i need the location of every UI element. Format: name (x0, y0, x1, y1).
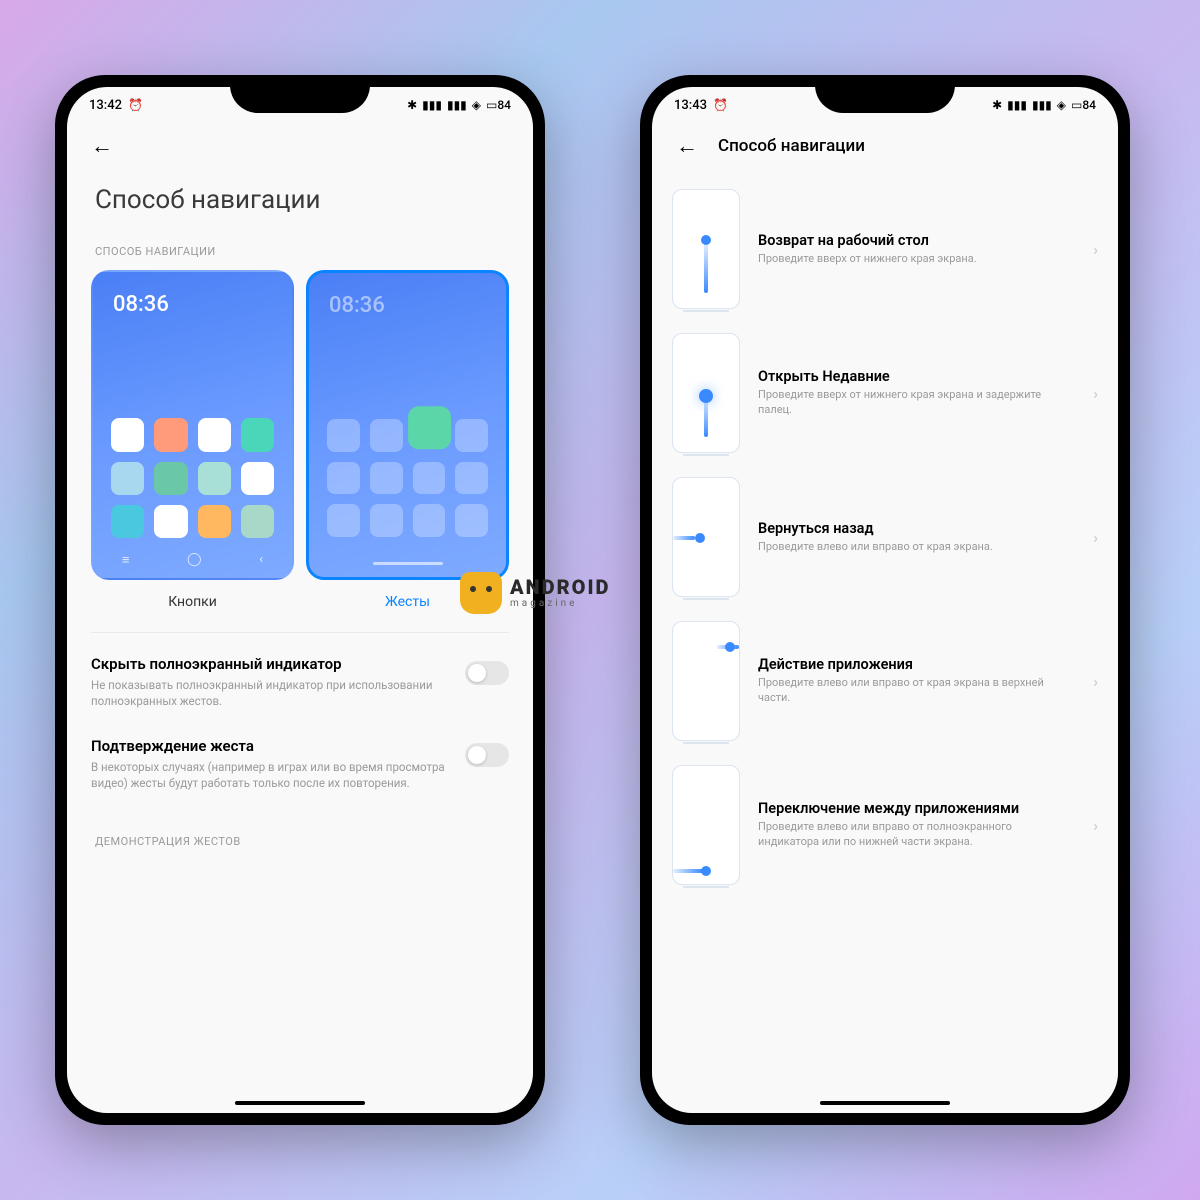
header: ← (67, 123, 533, 177)
back-button[interactable]: ← (91, 133, 113, 159)
status-time: 13:42 (89, 98, 122, 113)
setting-confirm-gesture[interactable]: Подтверждение жеста В некоторых случаях … (67, 723, 533, 805)
gesture-thumb-icon (672, 477, 740, 597)
page-title: Способ навигации (67, 177, 533, 235)
toggle-hide-indicator[interactable] (465, 661, 509, 685)
wifi-icon: ◈ (472, 98, 481, 112)
gesture-item-switch-apps[interactable]: Переключение между приложениями Проведит… (652, 753, 1118, 897)
header: ← Способ навигации (652, 123, 1118, 177)
nav-mode-buttons[interactable]: 08:36 ≡◯‹ Кнопки (91, 270, 294, 610)
signal-icon-2: ▮▮▮ (1032, 98, 1052, 112)
gesture-item-home[interactable]: Возврат на рабочий стол Проведите вверх … (652, 177, 1118, 321)
mode-label-gestures: Жесты (385, 594, 430, 610)
gesture-desc: Проведите влево или вправо от края экран… (758, 540, 1075, 555)
bluetooth-icon: ✱ (407, 98, 417, 112)
signal-icon: ▮▮▮ (422, 98, 442, 112)
mode-label-buttons: Кнопки (168, 594, 217, 610)
nav-buttons-icons: ≡◯‹ (93, 552, 292, 568)
gesture-thumb-icon (672, 621, 740, 741)
gesture-title: Вернуться назад (758, 520, 1075, 537)
gesture-title: Открыть Недавние (758, 368, 1075, 385)
gesture-title: Действие приложения (758, 656, 1075, 673)
back-button[interactable]: ← (676, 133, 698, 159)
chevron-right-icon: › (1093, 240, 1098, 259)
notch (815, 87, 955, 113)
battery-icon: ▭84 (486, 98, 511, 112)
gesture-desc: Проведите влево или вправо от полноэкран… (758, 820, 1075, 850)
notch (230, 87, 370, 113)
nav-mode-gestures[interactable]: 08:36 Жесты (306, 270, 509, 610)
gesture-item-app-action[interactable]: Действие приложения Проведите влево или … (652, 609, 1118, 753)
chevron-right-icon: › (1093, 384, 1098, 403)
watermark-sub: magazine (510, 599, 610, 609)
android-mascot-icon (460, 572, 502, 614)
watermark: ANDROID magazine (460, 572, 610, 614)
chevron-right-icon: › (1093, 672, 1098, 691)
setting-hide-indicator[interactable]: Скрыть полноэкранный индикатор Не показы… (67, 641, 533, 723)
home-indicator[interactable] (235, 1101, 365, 1105)
bluetooth-icon: ✱ (992, 98, 1002, 112)
setting-title: Скрыть полноэкранный индикатор (91, 655, 449, 673)
toggle-confirm-gesture[interactable] (465, 743, 509, 767)
chevron-right-icon: › (1093, 816, 1098, 835)
gesture-item-back[interactable]: Вернуться назад Проведите влево или впра… (652, 465, 1118, 609)
signal-icon: ▮▮▮ (1007, 98, 1027, 112)
chevron-right-icon: › (1093, 528, 1098, 547)
divider (91, 632, 509, 633)
section-caption-demo: ДЕМОНСТРАЦИЯ ЖЕСТОВ (67, 825, 533, 860)
home-indicator[interactable] (820, 1101, 950, 1105)
preview-time: 08:36 (329, 293, 385, 318)
preview-time: 08:36 (113, 292, 169, 317)
nav-mode-selector: 08:36 ≡◯‹ Кнопки 08:36 (67, 270, 533, 610)
header-title: Способ навигации (718, 136, 865, 156)
alarm-icon: ⏰ (128, 98, 143, 112)
watermark-brand: ANDROID (510, 577, 610, 597)
signal-icon-2: ▮▮▮ (447, 98, 467, 112)
battery-icon: ▭84 (1071, 98, 1096, 112)
setting-desc: Не показывать полноэкранный индикатор пр… (91, 677, 449, 709)
gesture-thumb-icon (672, 333, 740, 453)
section-caption-nav-mode: СПОСОБ НАВИГАЦИИ (67, 235, 533, 270)
alarm-icon: ⏰ (713, 98, 728, 112)
gesture-desc: Проведите вверх от нижнего края экрана и… (758, 388, 1075, 418)
setting-title: Подтверждение жеста (91, 737, 449, 755)
gesture-desc: Проведите влево или вправо от края экран… (758, 676, 1075, 706)
gesture-desc: Проведите вверх от нижнего края экрана. (758, 252, 1075, 267)
gesture-thumb-icon (672, 765, 740, 885)
wifi-icon: ◈ (1057, 98, 1066, 112)
gesture-title: Возврат на рабочий стол (758, 232, 1075, 249)
phone-mockup-right: 13:43 ⏰ ✱ ▮▮▮ ▮▮▮ ◈ ▭84 ← Способ навигац… (640, 75, 1130, 1125)
status-time: 13:43 (674, 98, 707, 113)
gesture-item-recent[interactable]: Открыть Недавние Проведите вверх от нижн… (652, 321, 1118, 465)
screen: 13:43 ⏰ ✱ ▮▮▮ ▮▮▮ ◈ ▭84 ← Способ навигац… (652, 87, 1118, 1113)
setting-desc: В некоторых случаях (например в играх ил… (91, 759, 449, 791)
gesture-thumb-icon (672, 189, 740, 309)
gesture-indicator-icon (373, 562, 443, 565)
gesture-title: Переключение между приложениями (758, 800, 1075, 817)
